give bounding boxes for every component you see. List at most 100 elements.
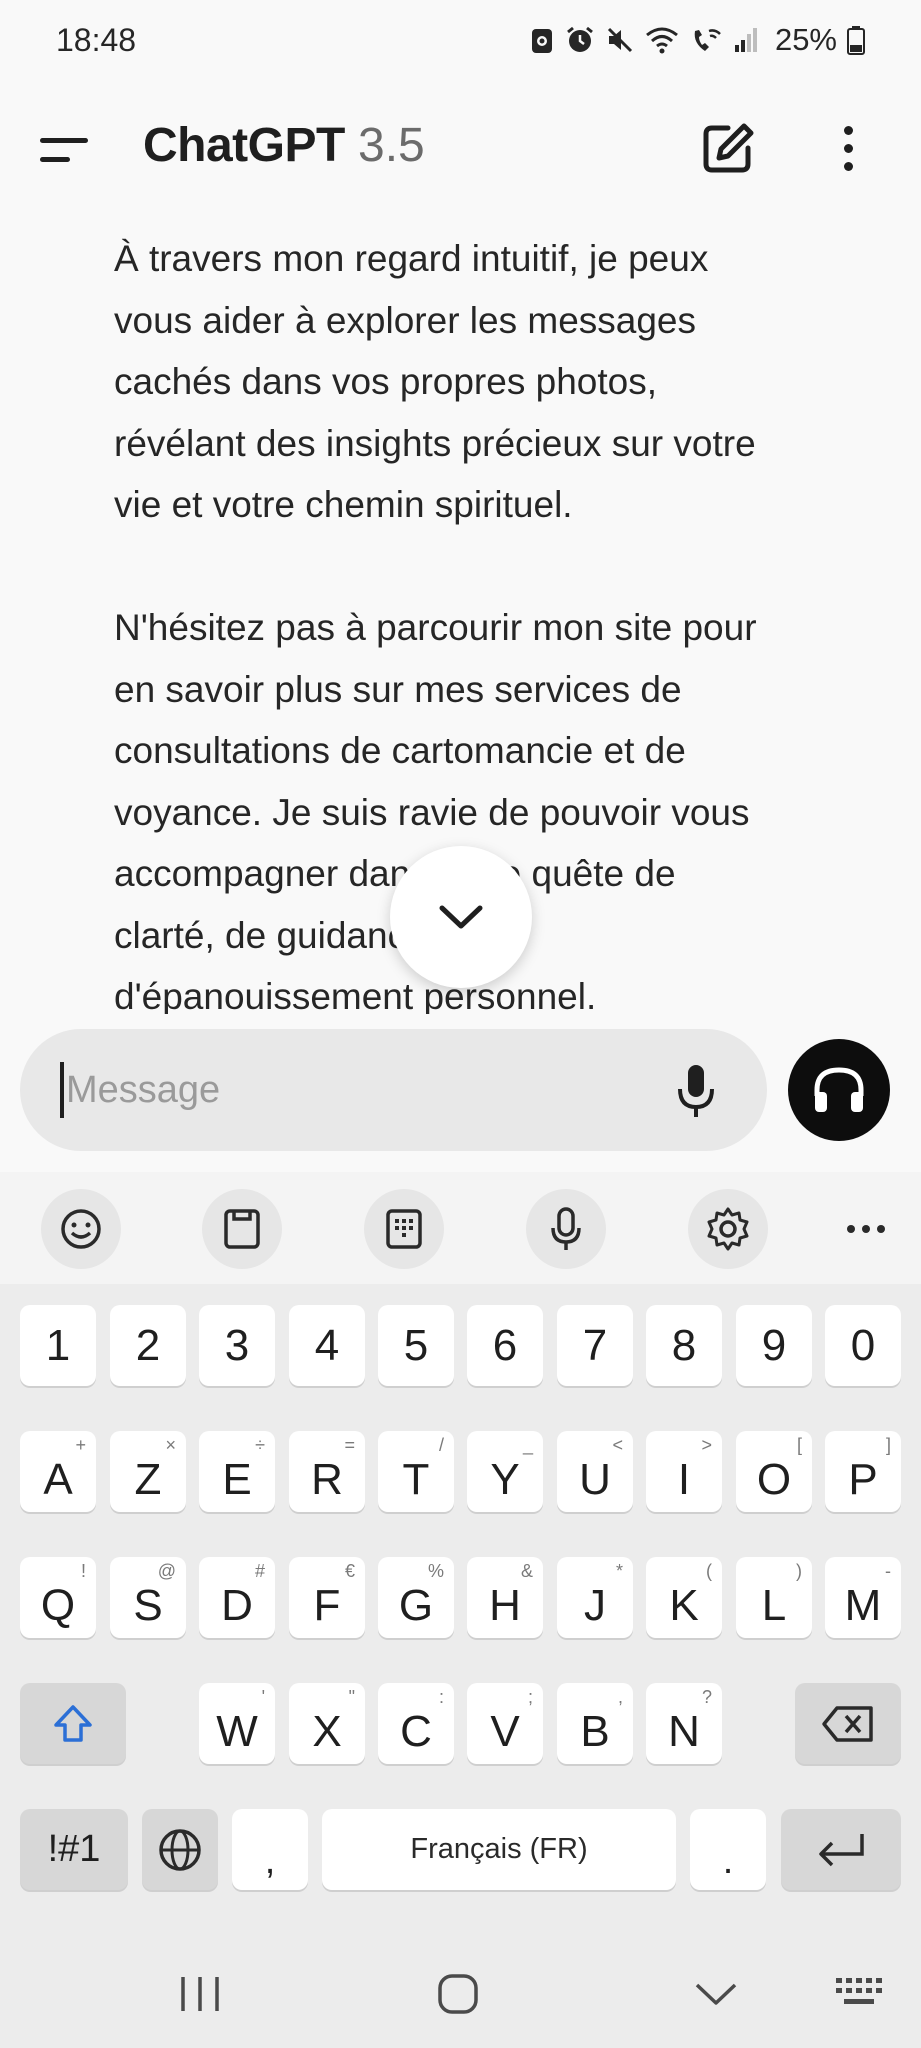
wifi-icon bbox=[646, 27, 678, 54]
more-options-button[interactable] bbox=[826, 120, 870, 176]
app-bar: ChatGPT 3.5 bbox=[0, 84, 921, 214]
key-u[interactable]: < U bbox=[557, 1431, 633, 1512]
key-n[interactable]: ? N bbox=[646, 1683, 722, 1764]
key-a[interactable]: + A bbox=[20, 1431, 96, 1512]
keypad-icon bbox=[386, 1209, 422, 1249]
key-2[interactable]: 2 bbox=[110, 1305, 186, 1386]
clipboard-icon bbox=[224, 1209, 260, 1249]
key-q[interactable]: ! Q bbox=[20, 1557, 96, 1638]
key-1[interactable]: 1 bbox=[20, 1305, 96, 1386]
key-f[interactable]: € F bbox=[289, 1557, 365, 1638]
cast-icon bbox=[531, 29, 552, 53]
app-title: ChatGPT bbox=[143, 119, 345, 172]
keypad-button[interactable] bbox=[364, 1189, 444, 1269]
battery-percent: 25% bbox=[774, 22, 837, 57]
key-k[interactable]: (K bbox=[646, 1557, 722, 1638]
key-w[interactable]: ' W bbox=[199, 1683, 275, 1764]
battery-icon bbox=[847, 26, 865, 55]
enter-icon bbox=[819, 1833, 864, 1866]
enter-key[interactable] bbox=[781, 1809, 901, 1890]
recent-apps-button[interactable] bbox=[160, 1964, 240, 2024]
key-o[interactable]: [O bbox=[736, 1431, 812, 1512]
voice-input-button[interactable] bbox=[526, 1189, 606, 1269]
text-cursor bbox=[60, 1062, 64, 1118]
mic-icon bbox=[678, 1065, 714, 1117]
more-vertical-icon bbox=[843, 125, 853, 135]
key-6[interactable]: 6 bbox=[467, 1305, 543, 1386]
scroll-to-bottom-button[interactable] bbox=[390, 846, 532, 988]
key-0[interactable]: 0 bbox=[825, 1305, 901, 1386]
key-t[interactable]: / T bbox=[378, 1431, 454, 1512]
key-e[interactable]: ÷ E bbox=[199, 1431, 275, 1512]
key-i[interactable]: > I bbox=[646, 1431, 722, 1512]
keyboard-toolbar bbox=[0, 1172, 921, 1284]
key-l[interactable]: ) L bbox=[736, 1557, 812, 1638]
key-g[interactable]: % G bbox=[378, 1557, 454, 1638]
status-time: 18:48 bbox=[56, 22, 137, 58]
key-9[interactable]: 9 bbox=[736, 1305, 812, 1386]
keyboard-hide-icon bbox=[836, 1978, 882, 2004]
key-3[interactable]: 3 bbox=[199, 1305, 275, 1386]
message-composer bbox=[20, 1029, 767, 1151]
voice-mode-button[interactable] bbox=[788, 1039, 890, 1141]
key-j[interactable]: * J bbox=[557, 1557, 633, 1638]
dictate-button[interactable] bbox=[670, 1061, 722, 1121]
menu-icon bbox=[40, 138, 88, 143]
key-z[interactable]: × Z bbox=[110, 1431, 186, 1512]
keyboard-settings-button[interactable] bbox=[688, 1189, 768, 1269]
key-x[interactable]: " X bbox=[289, 1683, 365, 1764]
on-screen-keyboard: 1 2 3 4 5 6 7 8 9 0 + A × Z ÷ E = R / T _ Y < U… bbox=[0, 1172, 921, 2048]
recent-apps-icon bbox=[181, 1977, 219, 2011]
key-y[interactable]: _ Y bbox=[467, 1431, 543, 1512]
emoji-button[interactable] bbox=[41, 1189, 121, 1269]
shift-key[interactable] bbox=[20, 1683, 126, 1764]
key-s[interactable]: @ S bbox=[110, 1557, 186, 1638]
key-c[interactable]: :C bbox=[378, 1683, 454, 1764]
back-button[interactable] bbox=[676, 1964, 756, 2024]
menu-icon-line bbox=[40, 157, 70, 162]
message-input[interactable] bbox=[66, 1055, 626, 1125]
status-icons: 25% bbox=[529, 22, 865, 58]
status-bar: 18:48 25% bbox=[0, 0, 921, 84]
comma-key[interactable]: , bbox=[232, 1809, 308, 1890]
key-p[interactable]: ] P bbox=[825, 1431, 901, 1512]
wifi-call-icon bbox=[694, 29, 721, 51]
assistant-message-paragraph: À travers mon regard intuitif, je peux v… bbox=[114, 238, 756, 525]
chevron-down-icon bbox=[439, 905, 483, 929]
alarm-icon bbox=[567, 26, 593, 52]
key-4[interactable]: 4 bbox=[289, 1305, 365, 1386]
keyboard-hide-button[interactable] bbox=[820, 1964, 900, 2024]
globe-icon bbox=[159, 1828, 201, 1871]
new-chat-button[interactable] bbox=[700, 120, 756, 176]
system-nav-bar bbox=[0, 1924, 921, 2048]
headphones-icon bbox=[814, 1067, 864, 1112]
key-7[interactable]: 7 bbox=[557, 1305, 633, 1386]
home-icon bbox=[438, 1974, 478, 2014]
symbols-key[interactable]: !#1 bbox=[20, 1809, 128, 1890]
language-key[interactable] bbox=[142, 1809, 218, 1890]
signal-icon bbox=[734, 28, 757, 52]
mic-icon bbox=[551, 1207, 581, 1250]
key-r[interactable]: = R bbox=[289, 1431, 365, 1512]
backspace-key[interactable] bbox=[795, 1683, 901, 1764]
key-b[interactable]: ,B bbox=[557, 1683, 633, 1764]
menu-button[interactable] bbox=[40, 122, 100, 178]
mute-icon bbox=[607, 27, 633, 53]
home-button[interactable] bbox=[418, 1964, 498, 2024]
settings-icon bbox=[707, 1207, 749, 1251]
model-version[interactable]: 3.5 bbox=[358, 118, 425, 173]
key-d[interactable]: # D bbox=[199, 1557, 275, 1638]
key-h[interactable]: & H bbox=[467, 1557, 543, 1638]
back-icon bbox=[695, 1983, 737, 2005]
emoji-icon bbox=[61, 1209, 101, 1249]
key-8[interactable]: 8 bbox=[646, 1305, 722, 1386]
period-key[interactable]: . bbox=[690, 1809, 766, 1890]
key-m[interactable]: -M bbox=[825, 1557, 901, 1638]
keyboard-more-button[interactable] bbox=[826, 1189, 906, 1269]
clipboard-button[interactable] bbox=[202, 1189, 282, 1269]
shift-arrow-icon bbox=[54, 1704, 92, 1742]
edit-icon bbox=[703, 123, 754, 173]
key-5[interactable]: 5 bbox=[378, 1305, 454, 1386]
key-v[interactable]: ; V bbox=[467, 1683, 543, 1764]
space-key[interactable]: Français (FR) bbox=[322, 1809, 676, 1890]
